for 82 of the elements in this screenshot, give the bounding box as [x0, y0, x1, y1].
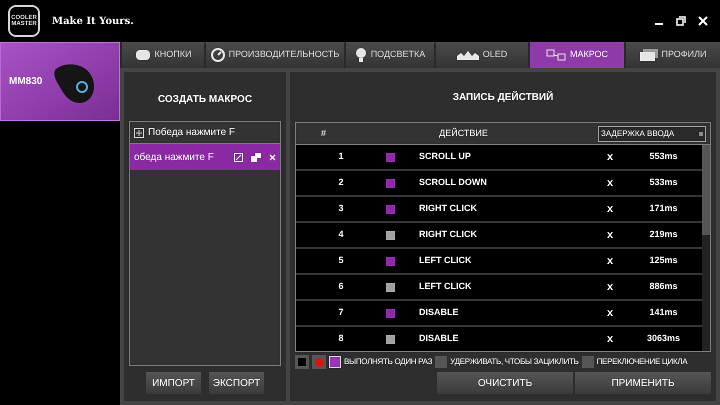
mouse-icon	[134, 49, 151, 61]
edit-icon[interactable]	[234, 152, 243, 162]
macro-name-text: Победа нажмите F	[148, 126, 236, 140]
action-name: LEFT CLICK	[418, 280, 472, 294]
delete-action[interactable]: x	[595, 330, 625, 348]
panel-title: СОЗДАТЬ МАКРОС	[156, 92, 254, 106]
row-index: 4	[337, 228, 344, 242]
delay-value: 553ms	[648, 150, 679, 164]
action-row[interactable]: 5 LEFT CLICK x 125ms	[296, 249, 702, 273]
action-row[interactable]: 1 SCROLL UP x 553ms	[296, 145, 702, 169]
action-row[interactable]: 3 RIGHT CLICK x 171ms	[296, 197, 702, 221]
option-checkbox[interactable]	[435, 356, 448, 368]
option-label: ПЕРЕКЛЮЧЕНИЕ ЦИКЛА	[596, 356, 688, 368]
nav-tab[interactable]: ПРОИЗВОДИТЕЛЬНОСТЬ	[206, 42, 344, 68]
row-index: 2	[337, 176, 344, 190]
option-label: УДЕРЖИВАТЬ, ЧТОБЫ ЗАЦИКЛИТЬ	[450, 356, 579, 368]
action-name: LEFT CLICK	[418, 254, 472, 268]
panel-title: ЗАПИСЬ ДЕЙСТВИЙ	[452, 90, 554, 104]
option-label: ВЫПОЛНЯТЬ ОДИН РАЗ	[344, 356, 432, 368]
delete-action[interactable]: x	[595, 226, 625, 244]
delay-value: 219ms	[648, 228, 679, 242]
maximize-icon[interactable]	[676, 16, 686, 26]
row-index: 8	[337, 332, 344, 346]
nav-tab[interactable]: ПОДСВЕТКА	[346, 42, 434, 68]
action-name: DISABLE	[418, 332, 460, 346]
delay-value: 171ms	[648, 202, 679, 216]
cards-icon	[640, 49, 658, 61]
action-row[interactable]: 2 SCROLL DOWN x 533ms	[296, 171, 702, 195]
delete-action[interactable]: x	[595, 174, 625, 192]
delay-dropdown[interactable]: ЗАДЕРЖКА ВВОДА	[598, 126, 706, 142]
row-index: 5	[337, 254, 344, 268]
option-checkbox[interactable]	[582, 356, 594, 368]
macro-icon	[546, 49, 566, 61]
row-index: 1	[337, 150, 344, 164]
delete-action[interactable]: x	[595, 148, 625, 166]
panel-button[interactable]: ЭКСПОРТ	[209, 372, 264, 394]
column-header: #	[320, 126, 327, 140]
action-row[interactable]: 6 LEFT CLICK x 886ms	[296, 275, 702, 299]
device-card[interactable]: MM830	[0, 42, 120, 121]
action-row[interactable]: 4 RIGHT CLICK x 219ms	[296, 223, 702, 247]
close-icon[interactable]	[698, 16, 708, 26]
row-index: 6	[337, 280, 344, 294]
scrollbar[interactable]	[702, 145, 710, 351]
action-name: SCROLL UP	[418, 150, 472, 164]
action-name: RIGHT CLICK	[418, 202, 478, 216]
macro-name: обеда нажмите F	[134, 150, 215, 164]
action-button[interactable]: ОЧИСТИТЬ	[437, 372, 573, 394]
dropdown-icon	[699, 132, 703, 136]
delay-value: 3063ms	[646, 332, 682, 346]
delete-action[interactable]: x	[595, 200, 625, 218]
action-button[interactable]: ПРИМЕНИТЬ	[575, 372, 711, 394]
delete-action[interactable]: x	[595, 304, 625, 322]
panel-button[interactable]: ИМПОРТ	[146, 372, 201, 394]
delay-value: 125ms	[648, 254, 679, 268]
action-row[interactable]: 8 DISABLE x 3063ms	[296, 327, 702, 351]
action-name: DISABLE	[418, 306, 460, 320]
delete-icon[interactable]	[269, 154, 276, 160]
delay-value: 533ms	[648, 176, 679, 190]
copy-icon[interactable]	[251, 152, 261, 162]
gauge-icon	[210, 48, 225, 62]
delete-action[interactable]: x	[595, 278, 625, 296]
delete-action[interactable]: x	[595, 252, 625, 270]
nav-tab[interactable]: МАКРОС	[530, 42, 624, 68]
wave-icon	[456, 50, 479, 60]
device-name: MM830	[9, 75, 42, 89]
option-checkbox[interactable]	[329, 356, 341, 368]
action-name: RIGHT CLICK	[418, 228, 478, 242]
column-header: ДЕЙСТВИЕ	[438, 126, 489, 140]
nav-tab[interactable]: ПРОФИЛИ	[626, 42, 720, 68]
bulb-icon	[354, 48, 367, 62]
macro-item[interactable]: обеда нажмите F	[130, 144, 280, 170]
stop-button[interactable]	[295, 355, 309, 369]
row-index: 7	[337, 306, 344, 320]
nav-tab[interactable]: КНОПКИ	[122, 42, 204, 68]
delay-value: 886ms	[648, 280, 679, 294]
delay-value: 141ms	[648, 306, 679, 320]
action-name: SCROLL DOWN	[418, 176, 488, 190]
plus-icon[interactable]	[134, 128, 144, 138]
nav-tab[interactable]: OLED	[436, 42, 528, 68]
row-index: 3	[337, 202, 344, 216]
action-row[interactable]: 7 DISABLE x 141ms	[296, 301, 702, 325]
slogan: Make It Yours.	[52, 14, 134, 28]
